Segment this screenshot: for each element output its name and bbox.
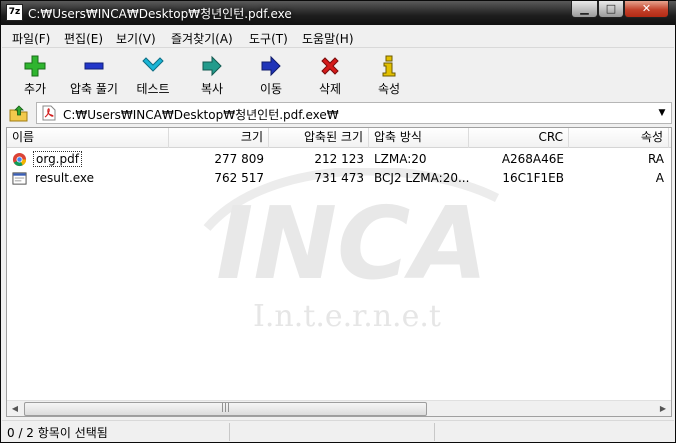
file-size: 277 809 (214, 152, 264, 166)
properties-label: 속성 (377, 82, 401, 96)
delete-x-icon (321, 57, 339, 75)
grip-icon: ||| (220, 403, 231, 413)
selection-status: 0 / 2 항목이 선택됨 (7, 426, 108, 440)
inca-watermark-logo: INCA I.n.t.e.r.n.e.t (203, 168, 500, 334)
menu-bar: 파일(F) 편집(E) 보기(V) 즐겨찾기(A) 도구(T) 도움말(H) (2, 28, 674, 48)
menu-tools[interactable]: 도구(T) (249, 30, 288, 47)
file-method: LZMA:20 (374, 152, 427, 166)
test-button[interactable]: 테스트 (128, 51, 178, 97)
table-row[interactable]: org.pdf 277 809 212 123 LZMA:20 A268A46E… (7, 150, 671, 169)
path-text: C:₩Users₩INCA₩Desktop₩청년인턴.pdf.exe₩ (63, 108, 339, 122)
check-icon (142, 57, 164, 72)
column-size[interactable]: 크기 (169, 128, 269, 148)
test-label: 테스트 (136, 82, 170, 96)
chrome-icon (12, 152, 27, 167)
title-bar[interactable]: 7z C:₩Users₩INCA₩Desktop₩청년인턴.pdf.exe ▁ … (1, 1, 676, 25)
file-crc: 16C1F1EB (502, 171, 564, 185)
extract-label: 압축 풀기 (70, 82, 118, 96)
scroll-left-button[interactable]: ◀ (7, 401, 23, 416)
minus-icon (84, 62, 104, 70)
menu-favorites[interactable]: 즐겨찾기(A) (171, 30, 233, 47)
pdf-file-icon (42, 105, 56, 121)
column-packed-size[interactable]: 압축된 크기 (269, 128, 369, 148)
column-header: 이름 크기 압축된 크기 압축 방식 CRC 속성 (7, 128, 671, 148)
address-bar: C:₩Users₩INCA₩Desktop₩청년인턴.pdf.exe₩ ▼ (2, 101, 674, 125)
close-button[interactable]: ✕ (624, 1, 669, 18)
file-packed-size: 212 123 (314, 152, 364, 166)
menu-help[interactable]: 도움말(H) (302, 30, 354, 47)
dropdown-arrow-icon: ▼ (658, 108, 666, 118)
status-bar: 0 / 2 항목이 선택됨 (2, 420, 674, 442)
menu-edit[interactable]: 편집(E) (64, 30, 103, 47)
move-label: 이동 (259, 82, 283, 96)
column-attributes[interactable]: 속성 (569, 128, 669, 148)
info-icon (382, 55, 396, 77)
menu-file[interactable]: 파일(F) (12, 30, 50, 47)
file-attributes: RA (647, 152, 664, 166)
delete-label: 삭제 (318, 82, 342, 96)
column-name[interactable]: 이름 (7, 128, 169, 148)
column-crc[interactable]: CRC (469, 128, 569, 148)
folder-up-icon (9, 105, 28, 122)
toolbar: 추가 압축 풀기 테스트 복사 이동 삭제 속성 (2, 49, 674, 99)
move-button[interactable]: 이동 (246, 51, 296, 97)
7zip-app-icon[interactable]: 7z (6, 4, 23, 21)
file-name[interactable]: org.pdf (33, 151, 82, 167)
file-name[interactable]: result.exe (33, 171, 96, 185)
properties-button[interactable]: 속성 (364, 51, 414, 97)
move-arrow-icon (261, 55, 281, 77)
add-button[interactable]: 추가 (10, 51, 60, 97)
minimize-button[interactable]: ▁ (571, 1, 598, 18)
column-method[interactable]: 압축 방식 (369, 128, 469, 148)
file-size: 762 517 (214, 171, 264, 185)
arrow-left-icon: ◀ (11, 404, 19, 413)
file-attributes: A (655, 171, 664, 185)
file-method: BCJ2 LZMA:20... (374, 171, 469, 185)
copy-label: 복사 (200, 82, 224, 96)
horizontal-scrollbar[interactable]: ◀ ||| ▶ (7, 400, 671, 416)
copy-button[interactable]: 복사 (187, 51, 237, 97)
file-list[interactable]: INCA I.n.t.e.r.n.e.t 이름 크기 압축된 크기 압축 방식 … (6, 127, 672, 417)
delete-button[interactable]: 삭제 (305, 51, 355, 97)
archive-window: 7z C:₩Users₩INCA₩Desktop₩청년인턴.pdf.exe ▁ … (0, 0, 676, 443)
maximize-button[interactable]: □ (598, 1, 624, 18)
arrow-right-icon: ▶ (659, 404, 667, 413)
status-divider (434, 423, 435, 441)
path-dropdown-button[interactable]: ▼ (655, 106, 669, 120)
exe-icon (12, 172, 27, 185)
watermark-tagline: I.n.t.e.r.n.e.t (253, 299, 441, 334)
menu-view[interactable]: 보기(V) (116, 30, 156, 47)
file-crc: A268A46E (501, 152, 564, 166)
watermark-brand: INCA (216, 185, 488, 302)
up-folder-button[interactable] (8, 103, 30, 123)
plus-icon (24, 55, 46, 77)
path-field[interactable]: C:₩Users₩INCA₩Desktop₩청년인턴.pdf.exe₩ ▼ (36, 102, 672, 124)
extract-button[interactable]: 압축 풀기 (62, 51, 126, 97)
status-divider (229, 423, 230, 441)
file-packed-size: 731 473 (314, 171, 364, 185)
scroll-right-button[interactable]: ▶ (655, 401, 671, 416)
add-label: 추가 (23, 82, 47, 96)
copy-arrow-icon (202, 55, 222, 77)
window-title: C:₩Users₩INCA₩Desktop₩청년인턴.pdf.exe (28, 7, 292, 21)
table-row[interactable]: result.exe 762 517 731 473 BCJ2 LZMA:20.… (7, 169, 671, 188)
scroll-thumb[interactable]: ||| (24, 402, 427, 416)
